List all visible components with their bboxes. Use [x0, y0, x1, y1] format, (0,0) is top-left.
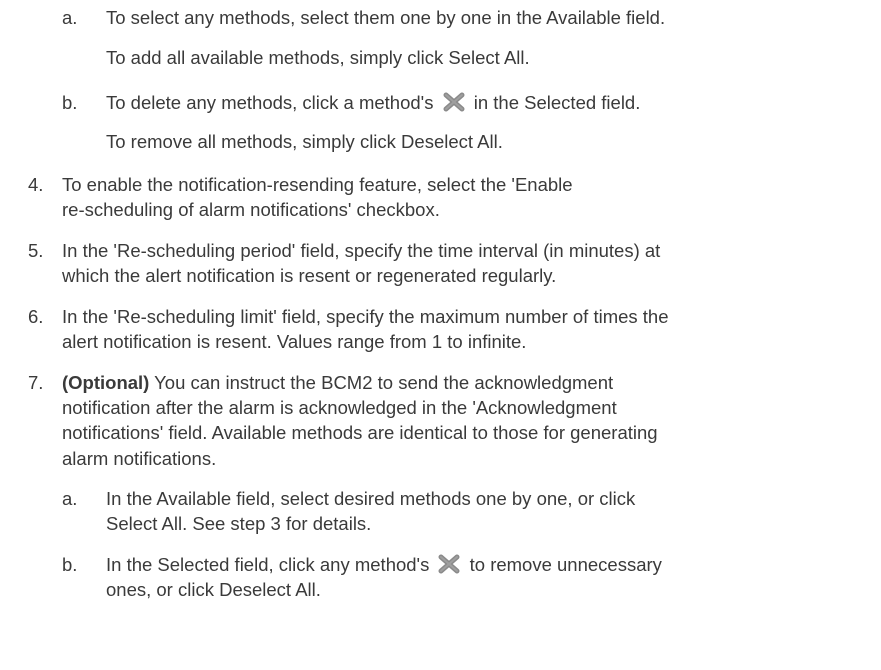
step-4-line-1: To enable the notification-resending fea…	[62, 174, 573, 195]
step-4-line-2: re-scheduling of alarm notifications' ch…	[62, 199, 440, 220]
step-7b-line-1-after: to remove unnecessary	[469, 554, 662, 575]
step-7a-line-2: Select All. See step 3 for details.	[106, 513, 372, 534]
step-3b-marker: b.	[62, 92, 78, 113]
close-x-icon	[438, 554, 460, 574]
step-7-line-3: notifications' field. Available methods …	[62, 422, 658, 443]
step-6-line-2: alert notification is resent. Values ran…	[62, 331, 527, 352]
step-5-line-2: which the alert notification is resent o…	[62, 265, 557, 286]
step-7-line-1: (Optional) You can instruct the BCM2 to …	[62, 370, 613, 396]
document-page: a. To select any methods, select them on…	[0, 0, 881, 670]
step-5-line-1: In the 'Re-scheduling period' field, spe…	[62, 240, 661, 261]
step-3b-line-1-after: in the Selected field.	[473, 92, 641, 113]
step-7-line-2: notification after the alarm is acknowle…	[62, 397, 617, 418]
step-3a-line-1: To select any methods, select them one b…	[106, 7, 666, 28]
step-6-marker: 6.	[28, 306, 44, 327]
step-7b-marker: b.	[62, 554, 78, 575]
step-7a-marker: a.	[62, 488, 78, 509]
step-5-marker: 5.	[28, 240, 44, 261]
step-7a-line-1: In the Available field, select desired m…	[106, 488, 636, 509]
step-7b-line-1-before: In the Selected field, click any method'…	[106, 554, 430, 575]
step-3b-line-1-before: To delete any methods, click a method's	[106, 92, 434, 113]
step-3b-line-1: To delete any methods, click a method's …	[106, 90, 640, 116]
close-x-icon	[443, 92, 465, 112]
step-3a-marker: a.	[62, 7, 78, 28]
step-6-line-1: In the 'Re-scheduling limit' field, spec…	[62, 306, 669, 327]
step-3a-line-2: To add all available methods, simply cli…	[106, 47, 530, 68]
step-7-optional-label: (Optional)	[62, 372, 150, 393]
step-7-line-1-rest: You can instruct the BCM2 to send the ac…	[149, 372, 614, 393]
step-7-line-4: alarm notifications.	[62, 448, 217, 469]
step-7-marker: 7.	[28, 372, 44, 393]
step-7b-line-2: ones, or click Deselect All.	[106, 579, 321, 600]
step-4-marker: 4.	[28, 174, 44, 195]
step-7b-line-1: In the Selected field, click any method'…	[106, 552, 662, 578]
step-3b-line-2: To remove all methods, simply click Dese…	[106, 131, 503, 152]
